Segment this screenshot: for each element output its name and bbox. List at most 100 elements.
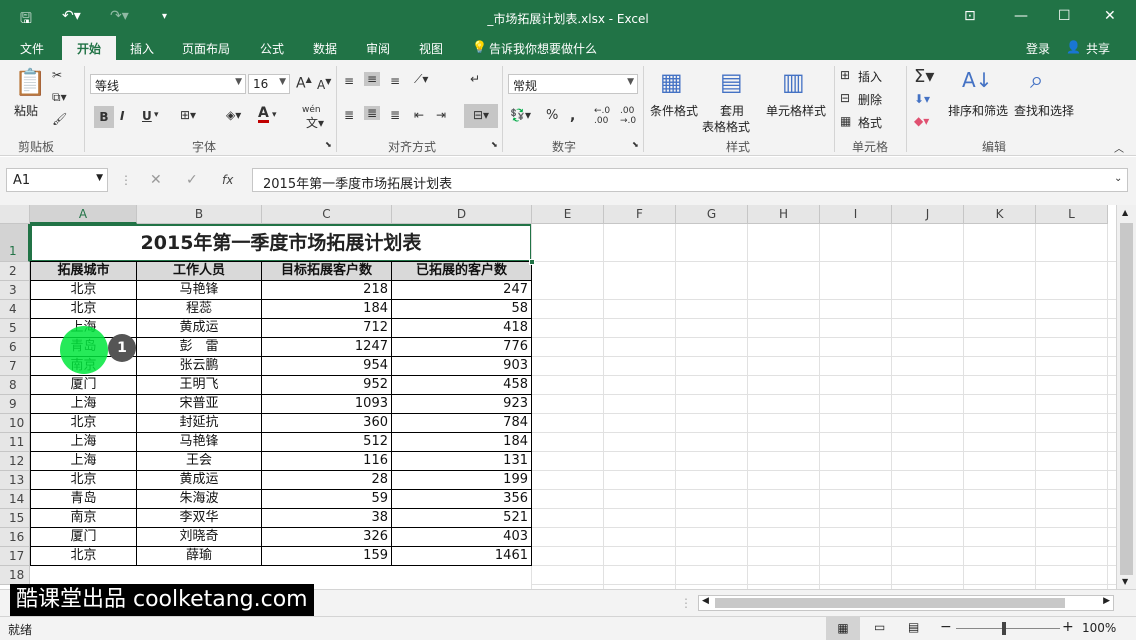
fill-color-icon[interactable]: ◈▾ [226, 108, 241, 122]
row-header-9[interactable]: 9 [0, 395, 30, 414]
name-box-dropdown-icon[interactable]: ▼ [96, 173, 103, 183]
table-cell[interactable]: 马艳锋 [137, 281, 262, 300]
col-header-k[interactable]: K [964, 205, 1036, 224]
table-cell[interactable]: 上海 [30, 395, 137, 414]
clear-icon[interactable]: ◆▾ [914, 114, 929, 128]
col-header-i[interactable]: I [820, 205, 892, 224]
delete-cells-icon[interactable]: ⊟ [840, 91, 850, 105]
font-color-dropdown-icon[interactable]: ▾ [272, 110, 277, 120]
phonetic-char-icon[interactable]: 文▾ [306, 114, 324, 131]
table-cell[interactable]: 218 [262, 281, 392, 300]
format-as-table-label-1[interactable]: 套用 [720, 102, 744, 119]
format-cells-button[interactable]: 格式 [858, 114, 882, 131]
table-cell[interactable]: 184 [392, 433, 532, 452]
table-cell[interactable]: 923 [392, 395, 532, 414]
row-header-1[interactable]: 1 [0, 224, 30, 262]
format-as-table-label-2[interactable]: 表格格式 [702, 118, 750, 135]
table-cell[interactable]: 1093 [262, 395, 392, 414]
find-select-button[interactable]: 查找和选择 [1014, 102, 1074, 119]
col-header-b[interactable]: B [137, 205, 262, 224]
col-header-a[interactable]: A [30, 205, 137, 224]
shrink-font-icon[interactable]: A▼ [317, 77, 331, 92]
table-cell[interactable]: 59 [262, 490, 392, 509]
table-cell[interactable]: 黄成运 [137, 471, 262, 490]
insert-cells-button[interactable]: 插入 [858, 68, 882, 85]
table-cell[interactable]: 247 [392, 281, 532, 300]
font-name-select[interactable]: 等线 ▼ [90, 74, 246, 94]
table-cell[interactable]: 159 [262, 547, 392, 566]
table-cell[interactable]: 黄成运 [137, 319, 262, 338]
scroll-up-icon[interactable]: ▲ [1122, 208, 1128, 217]
table-cell[interactable]: 356 [392, 490, 532, 509]
wrap-text-icon[interactable]: ↵ [470, 72, 480, 86]
table-cell[interactable]: 458 [392, 376, 532, 395]
merge-center-icon[interactable]: ⊟▾ [464, 104, 498, 128]
cell-a1-title[interactable]: 2015年第一季度市场拓展计划表 [30, 224, 532, 262]
format-cells-icon[interactable]: ▦ [840, 114, 851, 128]
table-cell[interactable]: 38 [262, 509, 392, 528]
collapse-ribbon-icon[interactable]: ︿ [1114, 140, 1124, 155]
table-cell[interactable]: 712 [262, 319, 392, 338]
tab-home[interactable]: 开始 [62, 36, 116, 60]
paste-button[interactable]: 粘贴 [14, 102, 38, 119]
percent-icon[interactable]: % [546, 108, 558, 123]
font-dialog-launcher-icon[interactable]: ⬊ [325, 140, 332, 149]
conditional-format-button[interactable]: 条件格式 [650, 102, 698, 119]
expand-formula-icon[interactable]: ⌄ [1114, 173, 1122, 184]
format-painter-icon[interactable]: 🖌 [52, 112, 67, 126]
worksheet-grid[interactable]: 2015年第一季度市场拓展计划表 A B C D E F G H I J K L 1 2 3 4 5 6 7 8 9 10… [0, 205, 1136, 589]
align-middle-icon[interactable]: ≡ [364, 72, 381, 86]
align-top-icon[interactable]: ≡ [344, 74, 354, 88]
table-cell[interactable]: 北京 [30, 300, 137, 319]
table-cell[interactable]: 朱海波 [137, 490, 262, 509]
table-cell[interactable]: 521 [392, 509, 532, 528]
table-cell[interactable]: 1461 [392, 547, 532, 566]
table-cell[interactable]: 上海 [30, 452, 137, 471]
table-cell[interactable]: 512 [262, 433, 392, 452]
number-format-select[interactable]: 常规 ▼ [508, 74, 638, 94]
accounting-icon[interactable]: 💱▾ [510, 108, 531, 122]
close-icon[interactable]: ✕ [1104, 8, 1116, 24]
decrease-indent-icon[interactable]: ⇤ [414, 108, 424, 122]
paste-icon[interactable]: 📋 [14, 68, 46, 98]
header-cell[interactable]: 工作人员 [137, 262, 262, 281]
fill-icon[interactable]: ⬇▾ [914, 92, 930, 106]
cell-styles-icon[interactable]: ▥ [782, 68, 805, 96]
row-header-4[interactable]: 4 [0, 300, 30, 319]
borders-icon[interactable]: ⊞▾ [180, 108, 196, 122]
table-cell[interactable]: 厦门 [30, 528, 137, 547]
table-cell[interactable]: 1247 [262, 338, 392, 357]
table-cell[interactable]: 903 [392, 357, 532, 376]
table-cell[interactable]: 王会 [137, 452, 262, 471]
row-header-11[interactable]: 11 [0, 433, 30, 452]
scroll-left-icon[interactable]: ◀ [702, 596, 709, 606]
zoom-out-icon[interactable]: − [940, 619, 952, 635]
table-cell[interactable]: 马艳锋 [137, 433, 262, 452]
row-header-17[interactable]: 17 [0, 547, 30, 566]
row-header-18[interactable]: 18 [0, 566, 30, 585]
align-right-icon[interactable]: ≣ [390, 108, 400, 122]
vertical-scrollbar[interactable]: ▲ ▼ [1116, 205, 1136, 589]
autosum-icon[interactable]: Σ▾ [914, 66, 934, 87]
table-cell[interactable]: 青岛 [30, 490, 137, 509]
row-header-8[interactable]: 8 [0, 376, 30, 395]
delete-cells-button[interactable]: 删除 [858, 91, 882, 108]
table-cell[interactable]: 北京 [30, 471, 137, 490]
col-header-l[interactable]: L [1036, 205, 1108, 224]
ribbon-display-icon[interactable]: ⊡ [964, 8, 976, 24]
table-cell[interactable]: 418 [392, 319, 532, 338]
align-left-icon[interactable]: ≣ [344, 108, 354, 122]
sort-filter-button[interactable]: 排序和筛选 [948, 102, 1008, 119]
col-header-g[interactable]: G [676, 205, 748, 224]
maximize-icon[interactable]: ☐ [1058, 8, 1071, 24]
increase-indent-icon[interactable]: ⇥ [436, 108, 446, 122]
col-header-j[interactable]: J [892, 205, 964, 224]
cut-icon[interactable]: ✂ [52, 68, 62, 82]
page-layout-view-icon[interactable]: ▭ [874, 620, 885, 634]
zoom-slider-thumb[interactable] [1002, 622, 1006, 635]
header-cell[interactable]: 目标拓展客户数 [262, 262, 392, 281]
table-cell[interactable]: 199 [392, 471, 532, 490]
zoom-in-icon[interactable]: + [1062, 619, 1074, 635]
row-header-10[interactable]: 10 [0, 414, 30, 433]
underline-button[interactable]: U [142, 109, 152, 123]
